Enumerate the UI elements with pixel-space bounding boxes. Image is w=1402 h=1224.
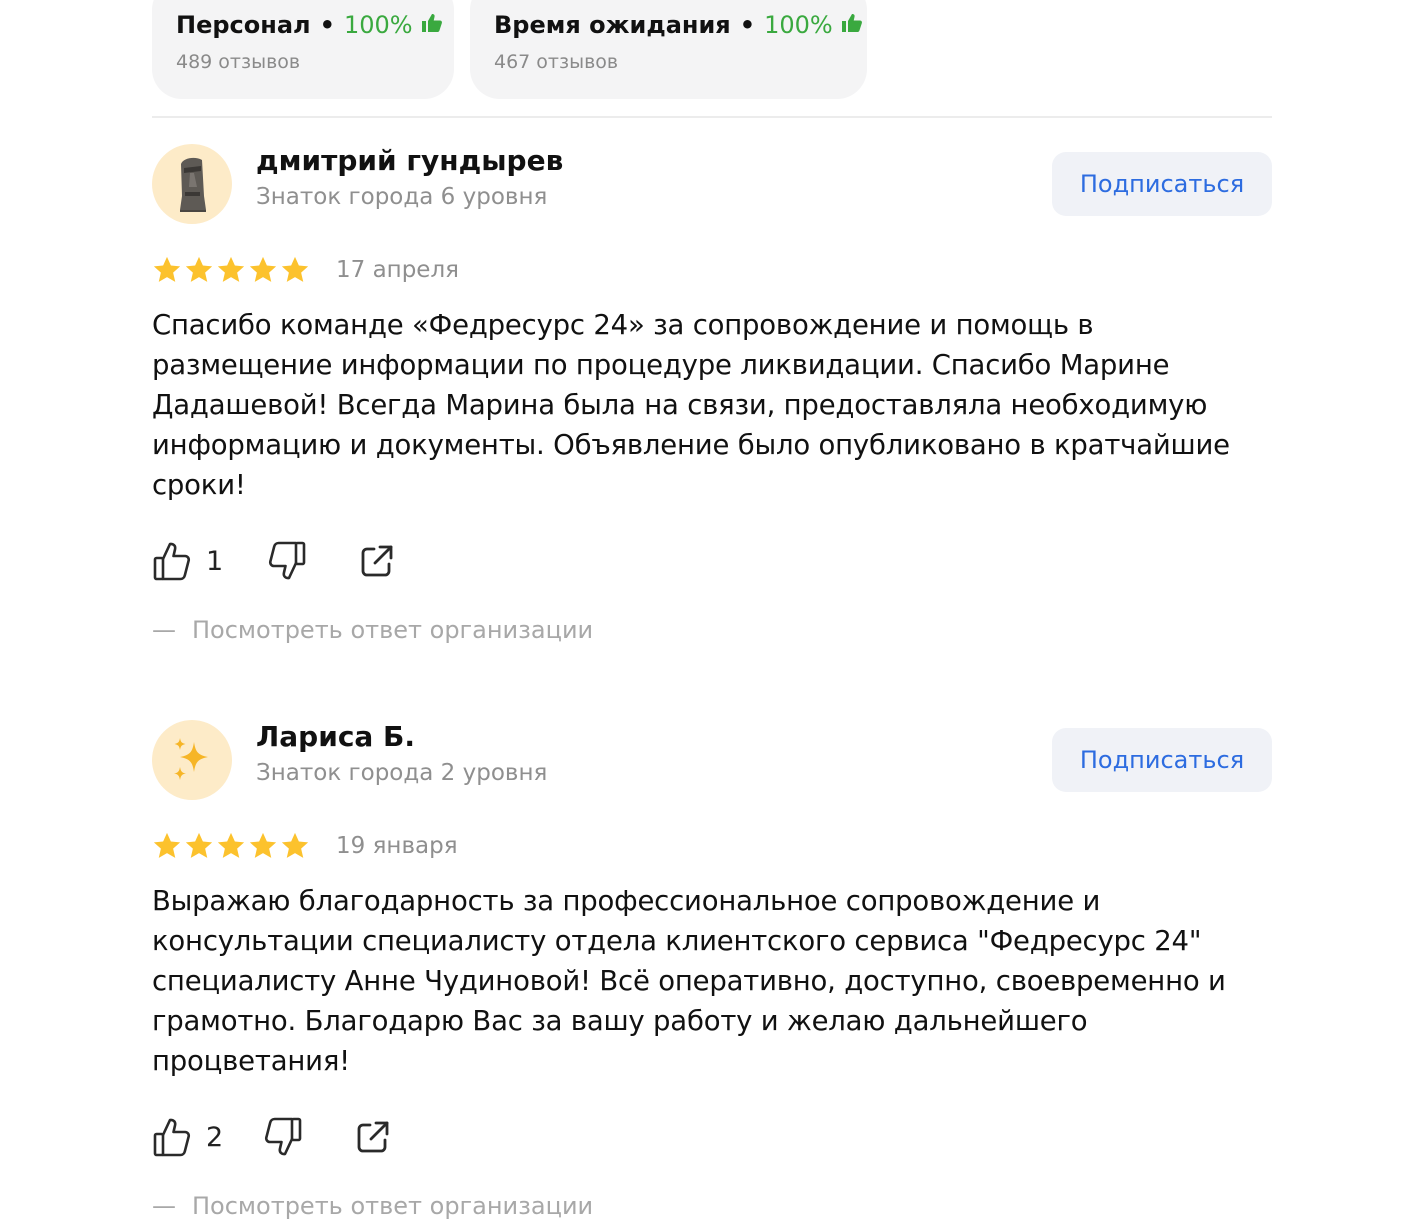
- review-date: 19 января: [336, 833, 458, 859]
- rating-row: 19 января: [152, 831, 458, 861]
- star-icon: [249, 256, 277, 282]
- author-level: Знаток города 2 уровня: [256, 760, 548, 786]
- dislike-button[interactable]: [263, 1116, 303, 1158]
- review-actions: 2: [152, 1116, 391, 1158]
- chip-count: 467 отзывов: [494, 51, 619, 73]
- avatar[interactable]: [152, 720, 232, 800]
- star-icon: [153, 832, 181, 858]
- star-icon: [281, 256, 309, 282]
- share-button[interactable]: [359, 543, 395, 579]
- summary-chip-staff[interactable]: Персонал • 100% 489 отзывов: [152, 0, 454, 99]
- chip-count: 489 отзывов: [176, 51, 301, 73]
- author-name[interactable]: дмитрий гундырев: [256, 144, 563, 177]
- star-icon: [185, 256, 213, 282]
- star-rating: [152, 255, 310, 285]
- review-card: Лариса Б. Знаток города 2 уровня Подписа…: [152, 720, 1272, 1224]
- star-icon: [281, 832, 309, 858]
- like-count: 2: [206, 1121, 224, 1153]
- like-button[interactable]: 1: [152, 540, 223, 582]
- thumbs-down-icon: [265, 1117, 302, 1156]
- chip-percent: 100%: [343, 11, 413, 39]
- star-icon: [185, 832, 213, 858]
- share-icon: [361, 545, 393, 577]
- summary-chip-waiting[interactable]: Время ожидания • 100% 467 отзывов: [470, 0, 867, 99]
- star-icon: [217, 832, 245, 858]
- share-icon: [357, 1121, 389, 1153]
- author-name[interactable]: Лариса Б.: [256, 720, 415, 753]
- chip-label: Персонал: [176, 11, 311, 39]
- review-date: 17 апреля: [336, 257, 459, 283]
- sparkles-icon: [174, 738, 208, 780]
- review-text: Спасибо команде «Федресурс 24» за сопров…: [152, 309, 1230, 501]
- author-level: Знаток города 6 уровня: [256, 184, 548, 210]
- view-org-reply-link[interactable]: — Посмотреть ответ организации: [152, 616, 593, 644]
- divider: [152, 116, 1272, 118]
- thumbs-down-icon: [269, 541, 306, 580]
- dislike-button[interactable]: [267, 540, 307, 582]
- rating-row: 17 апреля: [152, 255, 459, 285]
- like-button[interactable]: 2: [152, 1116, 223, 1158]
- thumbs-up-icon: [153, 542, 191, 581]
- share-button[interactable]: [355, 1119, 391, 1155]
- star-icon: [153, 256, 181, 282]
- thumbs-up-icon: [153, 1118, 191, 1157]
- review-actions: 1: [152, 540, 395, 582]
- review-card: дмитрий гундырев Знаток города 6 уровня …: [152, 144, 1272, 664]
- star-rating: [152, 831, 310, 861]
- thumbs-up-icon: [421, 11, 443, 39]
- subscribe-button[interactable]: Подписаться: [1052, 152, 1272, 216]
- moai-icon: [180, 157, 206, 212]
- chip-label: Время ожидания: [494, 11, 731, 39]
- view-org-reply-link[interactable]: — Посмотреть ответ организации: [152, 1192, 593, 1220]
- avatar[interactable]: [152, 144, 232, 224]
- subscribe-button[interactable]: Подписаться: [1052, 728, 1272, 792]
- thumbs-up-icon: [841, 11, 863, 39]
- star-icon: [217, 256, 245, 282]
- star-icon: [249, 832, 277, 858]
- review-text: Выражаю благодарность за профессионально…: [152, 885, 1226, 1077]
- chip-percent: 100%: [764, 11, 833, 39]
- like-count: 1: [206, 545, 224, 577]
